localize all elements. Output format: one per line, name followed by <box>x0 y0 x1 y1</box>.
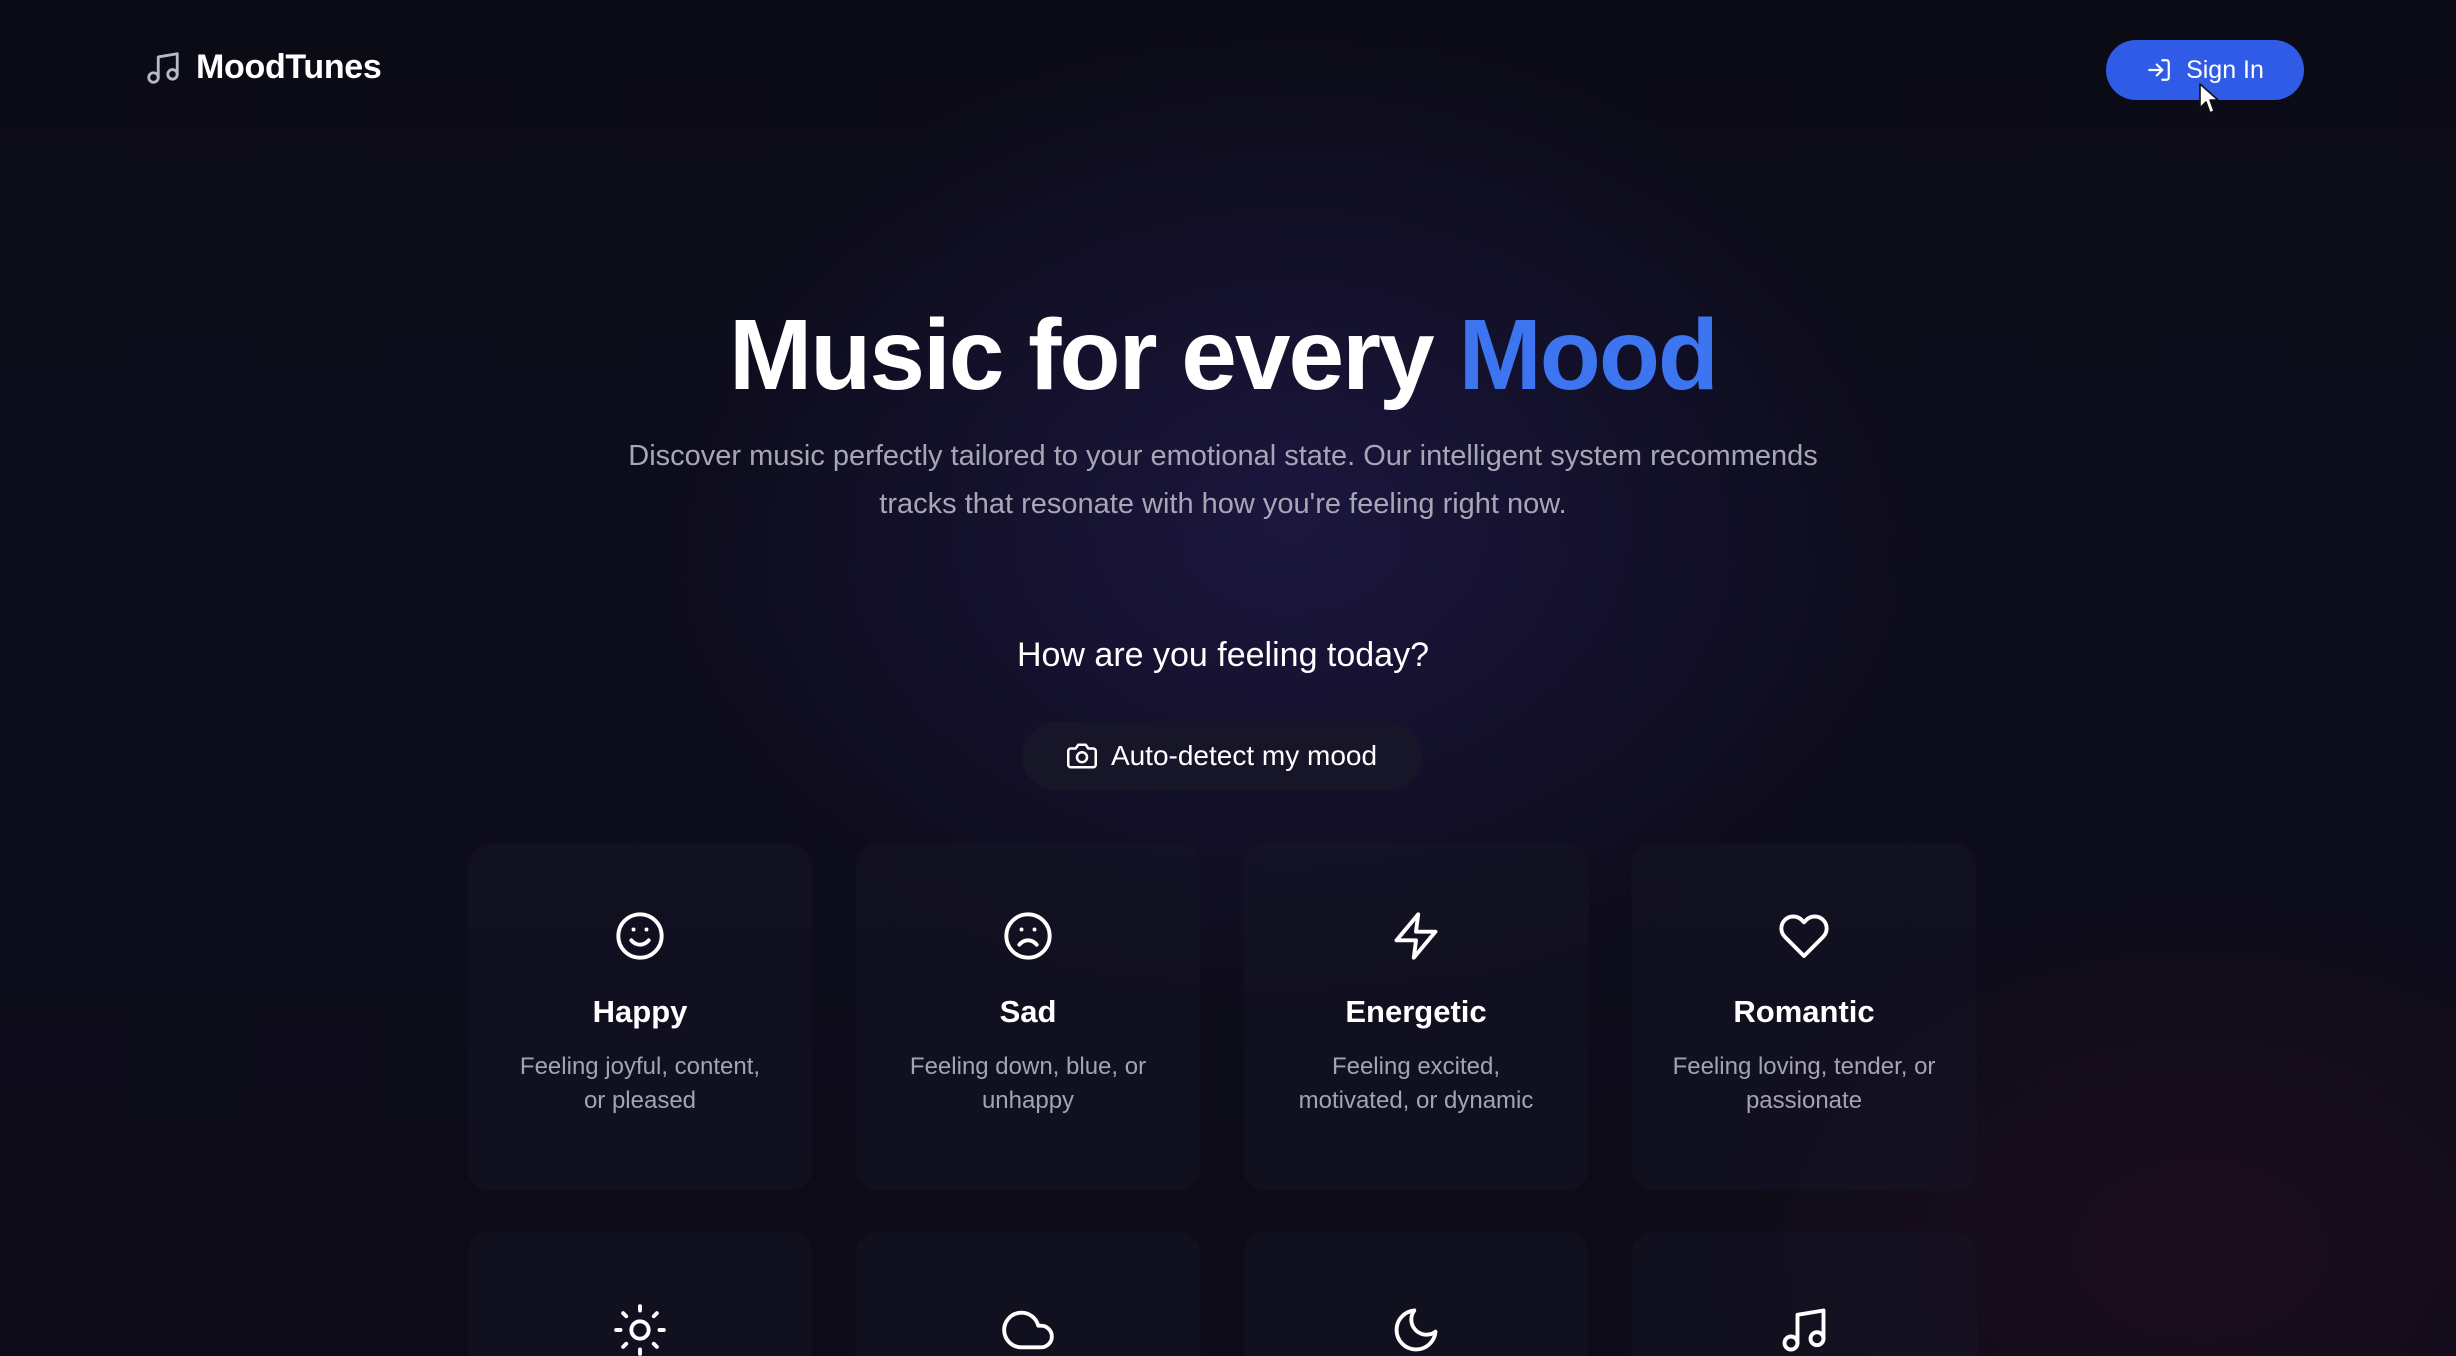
mood-card-happy[interactable]: Happy Feeling joyful, content, or please… <box>468 844 812 1190</box>
hero-title-accent: Mood <box>1458 299 1719 411</box>
logo-text: MoodTunes <box>196 48 382 86</box>
mood-card-music[interactable] <box>1632 1232 1976 1356</box>
cloud-icon <box>1002 1310 1054 1350</box>
hero-title: Music for every Mood <box>0 300 2446 410</box>
moon-icon <box>1394 1308 1438 1352</box>
mouse-cursor-icon <box>2199 83 2219 114</box>
logo[interactable]: MoodTunes <box>144 48 382 87</box>
music-icon <box>1782 1308 1826 1352</box>
mood-card-cloudy[interactable] <box>856 1232 1200 1356</box>
mood-card-sad[interactable]: Sad Feeling down, blue, or unhappy <box>856 844 1200 1190</box>
zap-icon <box>1394 912 1438 960</box>
mood-question: How are you feeling today? <box>1016 636 1430 674</box>
sun-icon <box>614 1304 666 1356</box>
hero-title-main: Music for every <box>729 299 1459 411</box>
mood-card-energetic[interactable]: Energetic Feeling excited, motivated, or… <box>1244 844 1588 1190</box>
mood-description: Feeling joyful, content, or pleased <box>519 1053 761 1114</box>
mood-description: Feeling excited, motivated, or dynamic <box>1298 1053 1534 1114</box>
hero-subtitle: Discover music perfectly tailored to you… <box>628 440 1818 520</box>
mood-card-calm[interactable] <box>1244 1232 1588 1356</box>
top-nav: MoodTunes Sign In <box>0 0 2456 140</box>
mood-name: Sad <box>999 994 1057 1029</box>
mood-name: Energetic <box>1345 994 1487 1029</box>
mood-card-sunny[interactable] <box>468 1232 812 1356</box>
frown-icon <box>1004 912 1052 960</box>
smile-icon <box>616 912 664 960</box>
heart-icon <box>1779 914 1829 958</box>
camera-icon <box>1066 743 1097 769</box>
auto-detect-mood-button[interactable]: Auto-detect my mood <box>1022 722 1422 790</box>
log-in-icon <box>2148 59 2170 81</box>
mood-name: Happy <box>592 994 688 1029</box>
auto-detect-label: Auto-detect my mood <box>1110 740 1378 771</box>
music-note-icon <box>147 51 179 84</box>
mood-description: Feeling down, blue, or unhappy <box>909 1053 1147 1114</box>
sign-in-label: Sign In <box>2186 55 2264 84</box>
mood-description: Feeling loving, tender, or passionate <box>1672 1053 1936 1114</box>
mood-name: Romantic <box>1733 994 1875 1029</box>
mood-card-romantic[interactable]: Romantic Feeling loving, tender, or pass… <box>1632 844 1976 1190</box>
